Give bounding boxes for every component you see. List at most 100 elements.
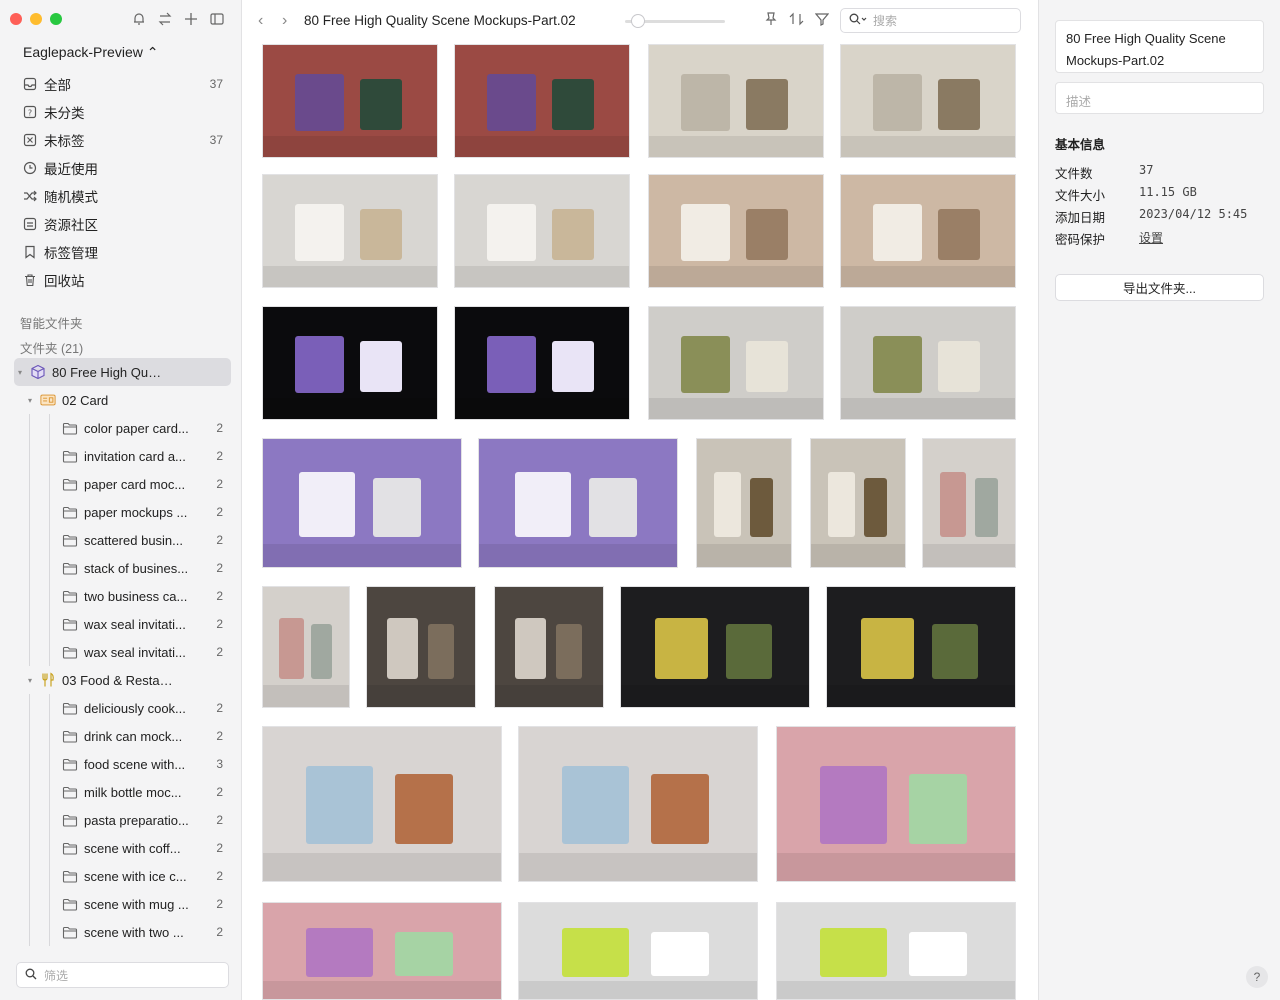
thumbnail-shape [651, 774, 709, 844]
toggle-sidebar-icon[interactable] [209, 11, 225, 27]
sidebar-item-inbox[interactable]: 全部 37 [0, 70, 241, 98]
thumbnail[interactable] [366, 586, 476, 708]
slider-knob[interactable] [631, 14, 645, 28]
folder-item[interactable]: scene with coff... 2 [0, 834, 241, 862]
folder-item[interactable]: two business ca... 2 [0, 582, 241, 610]
thumbnail[interactable] [262, 44, 438, 158]
thumbnail[interactable] [262, 726, 502, 882]
thumbnail[interactable] [922, 438, 1016, 568]
thumbnail[interactable] [454, 306, 630, 420]
search-field[interactable]: 搜索 [840, 8, 1021, 33]
thumbnail[interactable] [840, 174, 1016, 288]
thumbnail[interactable] [776, 902, 1016, 1000]
thumbnail[interactable] [262, 902, 502, 1000]
sidebar-item-uncategorized[interactable]: ? 未分类 [0, 98, 241, 126]
thumbnail-size-slider[interactable] [625, 14, 725, 28]
folder-item[interactable]: milk bottle moc... 2 [0, 778, 241, 806]
description-field[interactable]: 描述 [1055, 82, 1264, 114]
thumbnail[interactable] [840, 306, 1016, 420]
thumbnail[interactable] [454, 174, 630, 288]
pin-icon[interactable] [764, 12, 778, 29]
thumbnail-shape [873, 74, 922, 131]
thumbnail-shape [479, 544, 677, 567]
folder-item[interactable]: invitation card a... 2 [0, 442, 241, 470]
folder-item[interactable]: color paper card... 2 [0, 414, 241, 442]
thumbnail[interactable] [518, 902, 758, 1000]
folder-item[interactable]: scene with mug ... 2 [0, 890, 241, 918]
sidebar-item-tag[interactable]: 标签管理 [0, 238, 241, 266]
chevron-down-icon[interactable]: ▾ [24, 396, 36, 405]
thumbnail[interactable] [648, 306, 824, 420]
thumbnail[interactable] [648, 44, 824, 158]
thumbnail-shape [306, 928, 373, 977]
chevron-down-icon[interactable]: ▾ [14, 368, 26, 377]
folder-item[interactable]: wax seal invitati... 2 [0, 638, 241, 666]
folder-item[interactable]: scene with ice c... 2 [0, 862, 241, 890]
trash-icon [22, 273, 37, 288]
thumbnail[interactable] [262, 306, 438, 420]
folder-label: paper mockups ... [84, 504, 188, 520]
filter-icon[interactable] [814, 12, 830, 29]
folder-item[interactable]: paper mockups ... 2 [0, 498, 241, 526]
thumbnail[interactable] [620, 586, 810, 708]
help-button[interactable]: ? [1246, 966, 1268, 988]
folder-group[interactable]: ▾ 80 Free High Quality S... [14, 358, 231, 386]
minimize-window-button[interactable] [30, 13, 42, 25]
sidebar-item-trash[interactable]: 回收站 [0, 266, 241, 294]
thumbnail[interactable] [494, 586, 604, 708]
sidebar-item-shuffle[interactable]: 随机模式 [0, 182, 241, 210]
folder-group[interactable]: ▾ 03 Food & Restaur... [0, 666, 241, 694]
sidebar-item-label: 标签管理 [44, 246, 98, 261]
zoom-window-button[interactable] [50, 13, 62, 25]
back-arrow-icon[interactable]: ‹ [258, 12, 263, 30]
chevron-down-icon[interactable]: ▾ [24, 676, 36, 685]
thumbnail[interactable] [826, 586, 1016, 708]
thumbnail[interactable] [696, 438, 792, 568]
folders-heading[interactable]: 文件夹 (21) [20, 338, 83, 357]
thumbnail[interactable] [776, 726, 1016, 882]
bell-icon[interactable] [131, 11, 147, 27]
thumbnail[interactable] [840, 44, 1016, 158]
folder-group[interactable]: ▾ 02 Card [0, 386, 241, 414]
library-switcher[interactable]: Eaglepack-Preview ⌃ [23, 44, 158, 61]
info-value: 37 [1139, 163, 1154, 177]
thumbnail[interactable] [262, 174, 438, 288]
close-window-button[interactable] [10, 13, 22, 25]
sync-icon[interactable] [157, 11, 173, 27]
thumbnail[interactable] [478, 438, 678, 568]
folder-item[interactable]: scene with two ... 2 [0, 918, 241, 946]
set-password-link[interactable]: 设置 [1139, 229, 1163, 248]
folder-item[interactable]: drink can mock... 2 [0, 722, 241, 750]
folder-label: scattered busin... [84, 532, 183, 548]
folder-item[interactable]: food scene with... 3 [0, 750, 241, 778]
card-folder-icon [40, 393, 56, 407]
thumbnail[interactable] [454, 44, 630, 158]
sort-icon[interactable] [789, 12, 805, 29]
smart-folders-heading[interactable]: 智能文件夹 [20, 313, 83, 332]
forward-arrow-icon[interactable]: › [282, 12, 287, 30]
thumbnail[interactable] [262, 438, 462, 568]
folder-label: drink can mock... [84, 728, 183, 744]
thumbnail-shape [395, 774, 453, 844]
folder-item[interactable]: stack of busines... 2 [0, 554, 241, 582]
folder-item[interactable]: scattered busin... 2 [0, 526, 241, 554]
thumbnail[interactable] [648, 174, 824, 288]
folder-tree: ▾ 80 Free High Quality S... ▾ 02 Card color … [0, 358, 241, 946]
folder-name-field[interactable]: 80 Free High Quality Scene Mockups-Part.… [1055, 20, 1264, 73]
export-folder-button[interactable]: 导出文件夹... [1055, 274, 1264, 301]
thumbnail-shape [746, 341, 788, 392]
sidebar-item-clock[interactable]: 最近使用 [0, 154, 241, 182]
add-icon[interactable] [183, 11, 199, 27]
folder-item[interactable]: deliciously cook... 2 [0, 694, 241, 722]
folder-icon [62, 897, 78, 911]
folder-item[interactable]: paper card moc... 2 [0, 470, 241, 498]
filter-input[interactable]: 筛选 [16, 962, 229, 988]
thumbnail[interactable] [262, 586, 350, 708]
sidebar-item-untagged[interactable]: 未标签 37 [0, 126, 241, 154]
toolbar: ‹ › 80 Free High Quality Scene Mockups-P… [242, 0, 1038, 42]
folder-item[interactable]: pasta preparatio... 2 [0, 806, 241, 834]
sidebar-item-community[interactable]: 资源社区 [0, 210, 241, 238]
thumbnail[interactable] [518, 726, 758, 882]
thumbnail[interactable] [810, 438, 906, 568]
folder-item[interactable]: wax seal invitati... 2 [0, 610, 241, 638]
